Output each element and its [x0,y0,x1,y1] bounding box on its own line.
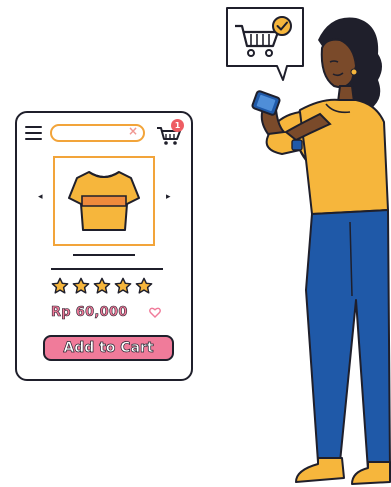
right-shoe [351,461,391,485]
left-shoe [295,457,345,483]
jeans [305,209,391,471]
shirt [295,98,389,215]
woman-with-phone [251,17,391,485]
illustration: × 1 ◂ ▸ Rp 60,000 Add to Cart [0,0,391,487]
smartphone [251,90,281,116]
